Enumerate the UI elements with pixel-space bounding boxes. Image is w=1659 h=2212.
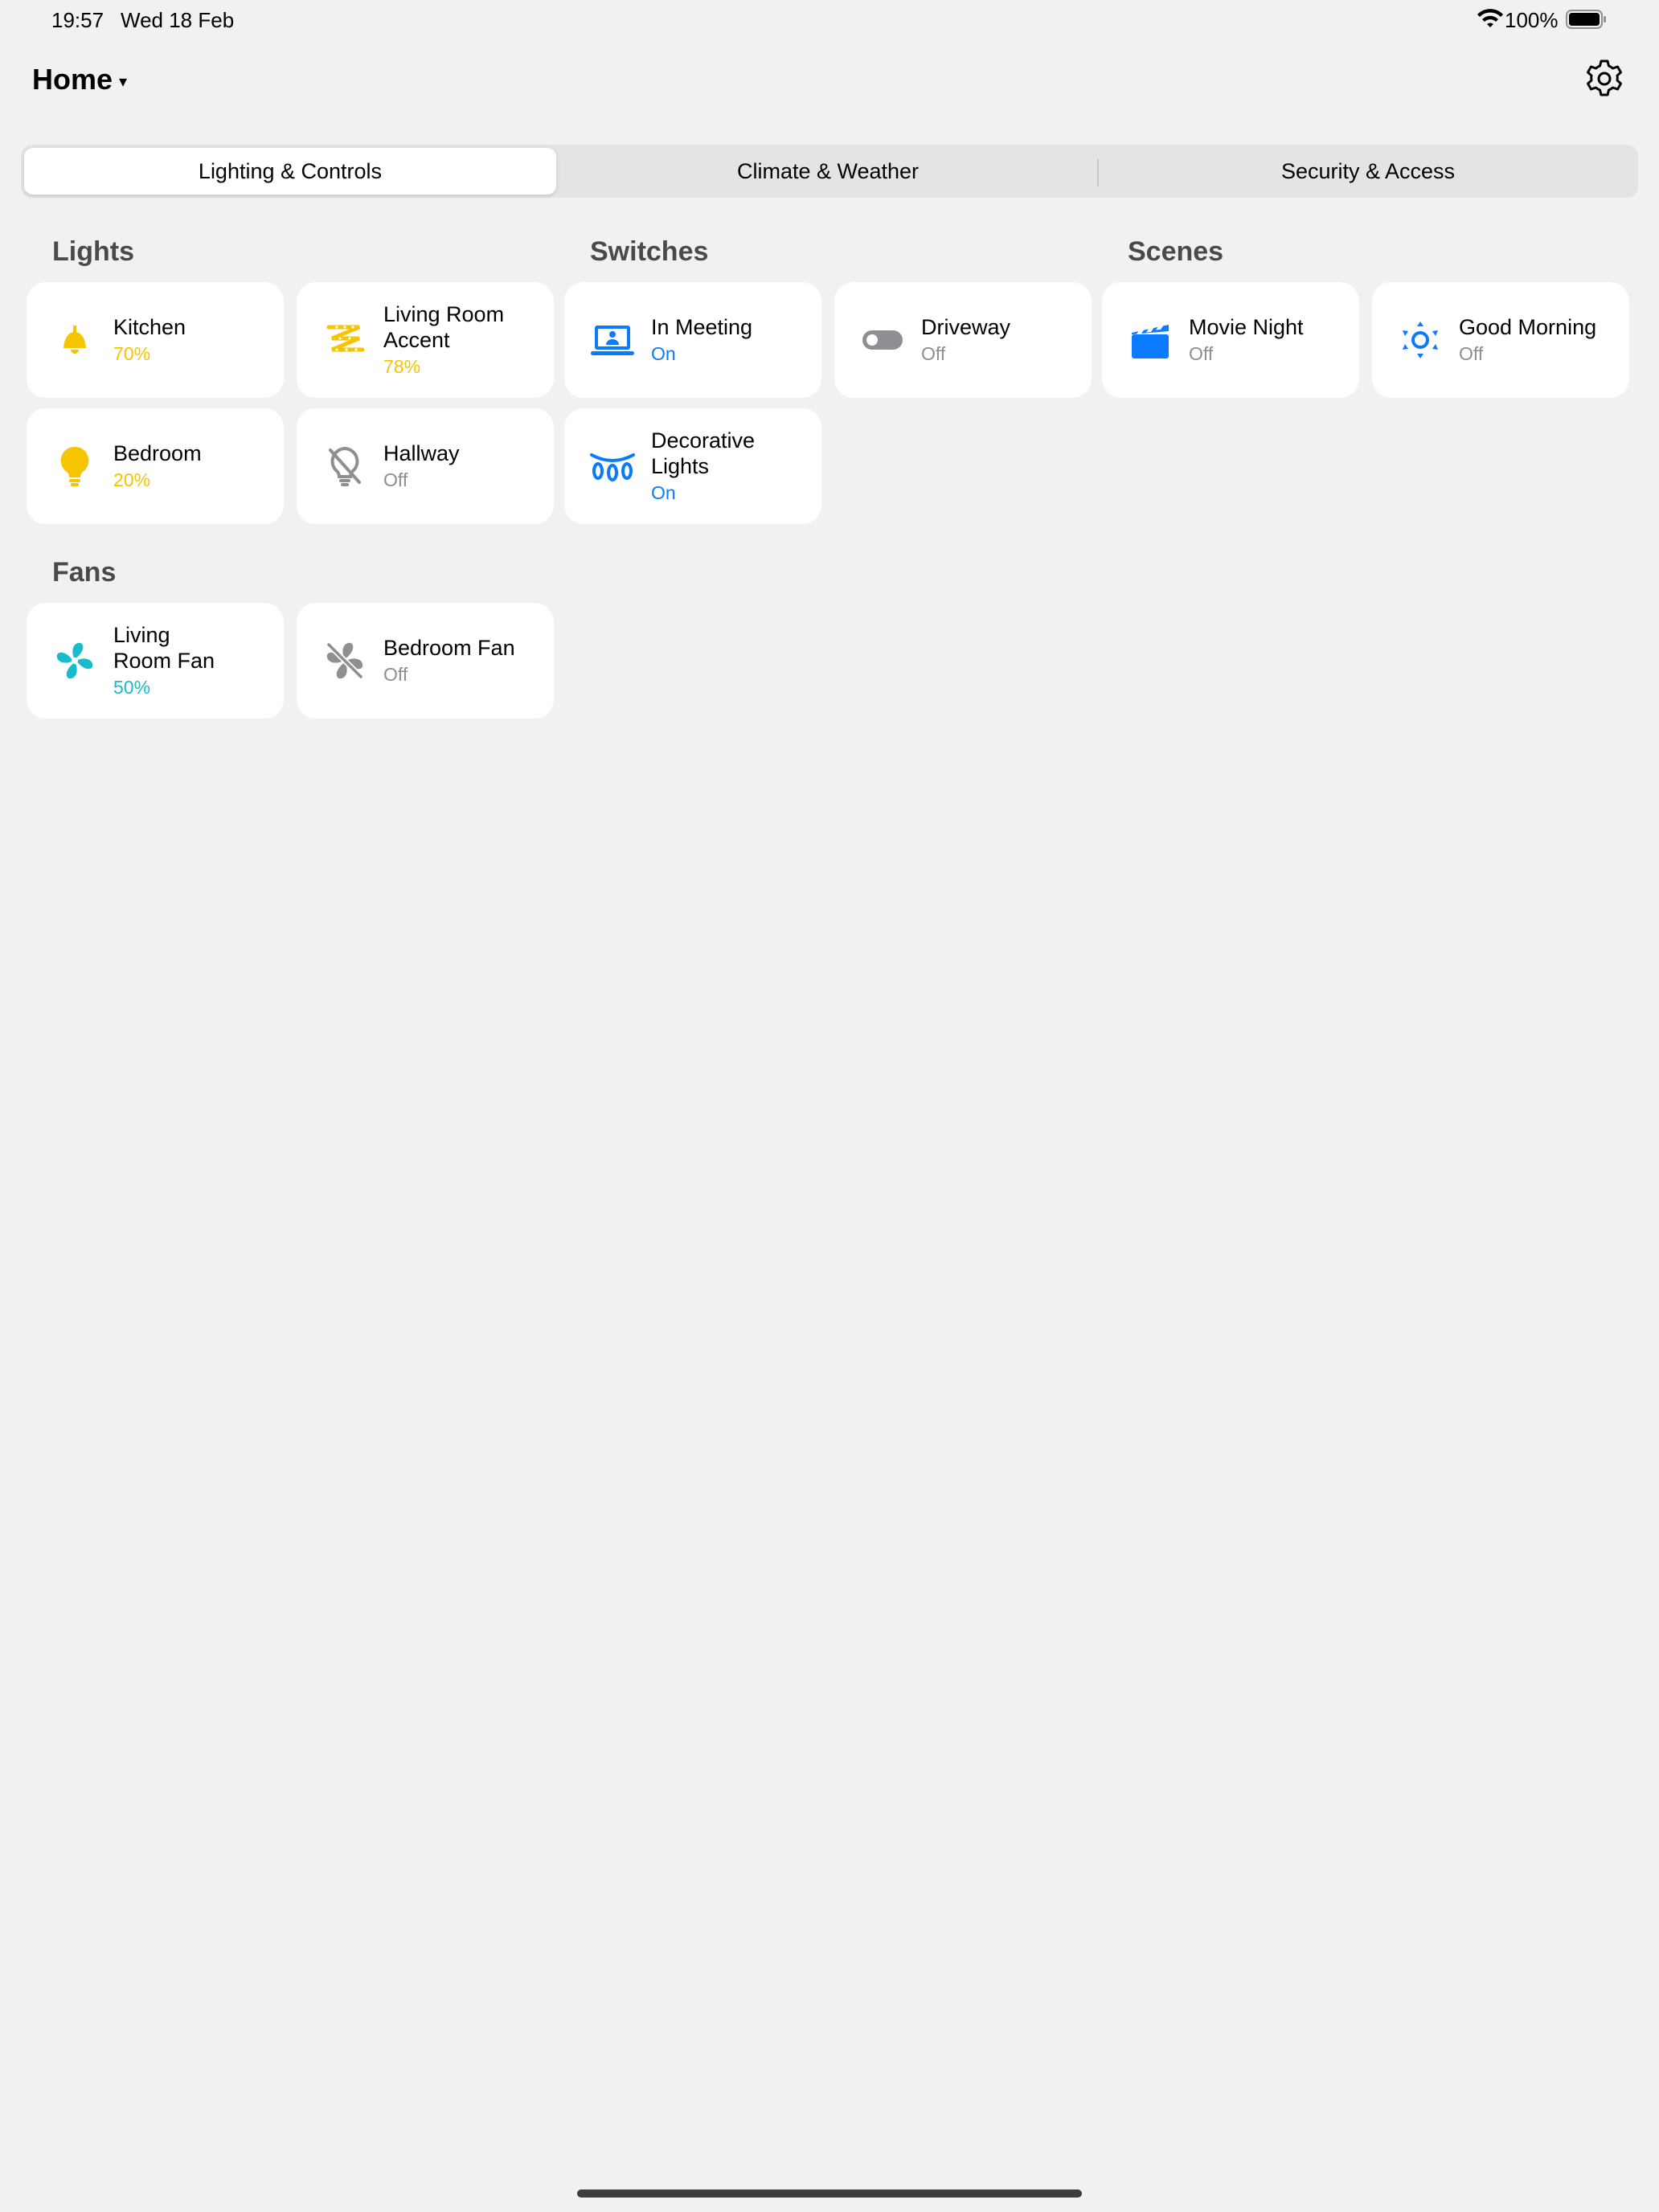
pendant-lamp-icon [51, 316, 99, 364]
tile-state: 20% [113, 469, 151, 490]
sunrise-icon [1396, 316, 1444, 364]
tile-living-room-fan[interactable]: Living Room Fan 50% [27, 603, 284, 719]
tile-kitchen[interactable]: Kitchen 70% [27, 282, 284, 398]
chevron-down-icon: ▾ [119, 72, 128, 91]
tile-state: Off [921, 343, 946, 364]
fan-icon [51, 637, 99, 685]
lightbulb-off-icon [321, 442, 369, 490]
status-time: 19:57 [51, 8, 104, 32]
tile-name: Decorative Lights [651, 428, 756, 478]
string-lights-icon [588, 442, 637, 490]
tile-good-morning[interactable]: Good Morning Off [1372, 282, 1629, 398]
section-title-fans: Fans [52, 557, 117, 588]
tile-name: Living Room Accent [383, 302, 505, 352]
home-selector[interactable]: Home ▾ [32, 63, 127, 96]
tile-state: On [651, 343, 676, 364]
top-bar: Home ▾ [0, 48, 1659, 113]
tile-name: In Meeting [651, 315, 753, 339]
tile-bedroom[interactable]: Bedroom 20% [27, 408, 284, 524]
clapperboard-icon [1126, 316, 1174, 364]
tile-decorative-lights[interactable]: Decorative Lights On [564, 408, 821, 524]
tab-climate-weather[interactable]: Climate & Weather [561, 148, 1095, 195]
tile-state: Off [383, 469, 408, 490]
wifi-icon [1477, 9, 1503, 27]
tile-in-meeting[interactable]: In Meeting On [564, 282, 821, 398]
tile-state: Off [1189, 343, 1214, 364]
tile-name: Kitchen [113, 315, 186, 339]
tile-state: 50% [113, 677, 151, 698]
tile-name: Movie Night [1189, 315, 1304, 339]
battery-full-icon [1566, 10, 1606, 29]
fan-off-icon [321, 637, 369, 685]
tile-hallway[interactable]: Hallway Off [297, 408, 554, 524]
section-title-scenes: Scenes [1128, 236, 1224, 267]
tile-state: On [651, 482, 676, 503]
battery-percent: 100% [1505, 8, 1559, 32]
section-title-lights: Lights [52, 236, 134, 267]
tile-name: Living Room Fan [113, 623, 215, 673]
home-title: Home [32, 63, 113, 96]
tile-state: 78% [383, 356, 421, 377]
tab-security-access[interactable]: Security & Access [1101, 148, 1635, 195]
status-date: Wed 18 Feb [121, 8, 235, 32]
gear-icon[interactable] [1583, 58, 1625, 100]
tile-driveway[interactable]: Driveway Off [834, 282, 1092, 398]
status-bar: 19:57 Wed 18 Feb 100% [0, 0, 1659, 39]
tile-name: Bedroom Fan [383, 636, 515, 660]
tile-state: Off [1459, 343, 1484, 364]
tile-name: Hallway [383, 441, 460, 465]
tile-state: Off [383, 664, 408, 685]
tile-movie-night[interactable]: Movie Night Off [1102, 282, 1359, 398]
section-title-switches: Switches [590, 236, 709, 267]
category-tabs: Lighting & Controls Climate & Weather Se… [21, 145, 1638, 198]
tile-living-room-accent[interactable]: Living Room Accent 78% [297, 282, 554, 398]
tile-name: Driveway [921, 315, 1011, 339]
lightbulb-icon [51, 442, 99, 490]
tile-bedroom-fan[interactable]: Bedroom Fan Off [297, 603, 554, 719]
tile-name: Good Morning [1459, 315, 1597, 339]
tab-lighting-controls[interactable]: Lighting & Controls [24, 148, 556, 195]
tab-divider [1097, 159, 1099, 186]
laptop-person-icon [588, 316, 637, 364]
light-strip-icon [321, 316, 369, 364]
toggle-switch-icon [858, 316, 907, 364]
tile-name: Bedroom [113, 441, 202, 465]
home-indicator [577, 2189, 1082, 2198]
tile-state: 70% [113, 343, 151, 364]
